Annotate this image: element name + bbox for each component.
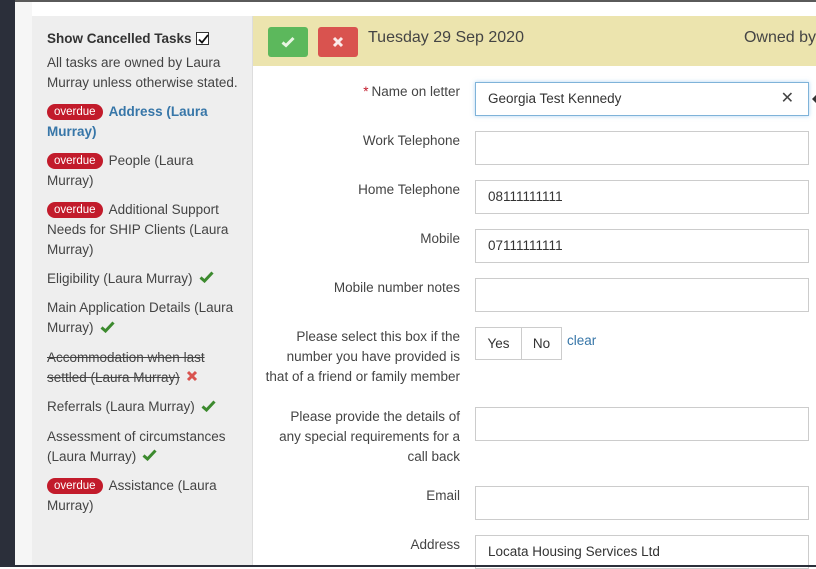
task-item-eligibility[interactable]: Eligibility (Laura Murray) <box>47 269 238 289</box>
task-label-cancelled[interactable]: Accommodation when last settled (Laura M… <box>47 350 205 385</box>
task-label[interactable]: Referrals (Laura Murray) <box>47 399 195 414</box>
friend-family-toggle: Yes No <box>475 327 562 360</box>
check-icon <box>142 447 157 467</box>
task-item-address[interactable]: overdue Address (Laura Murray) <box>47 102 238 142</box>
window-edge <box>0 0 15 567</box>
task-item-additional-support[interactable]: overdue Additional Support Needs for SHIP… <box>47 200 238 260</box>
show-cancelled-toggle[interactable]: Show Cancelled Tasks <box>47 29 238 49</box>
cancelled-x-icon <box>186 368 198 388</box>
cancel-task-button[interactable] <box>318 27 358 57</box>
task-header-bar: Tuesday 29 Sep 2020 Owned by <box>253 16 816 66</box>
email-input[interactable] <box>475 486 809 520</box>
no-button[interactable]: No <box>522 327 562 360</box>
home-telephone-input[interactable]: 08111111111 <box>475 180 809 214</box>
clear-icon[interactable]: ✕ <box>781 83 794 115</box>
work-telephone-label: Work Telephone <box>362 133 460 148</box>
task-item-accommodation[interactable]: Accommodation when last settled (Laura M… <box>47 348 238 388</box>
home-telephone-label: Home Telephone <box>358 182 460 197</box>
friend-family-label: Please select this box if the number you… <box>265 329 460 384</box>
address-input[interactable]: Locata Housing Services Ltd <box>475 535 809 569</box>
complete-task-button[interactable] <box>268 27 308 57</box>
caret-left-icon <box>812 94 816 104</box>
mobile-notes-label: Mobile number notes <box>333 280 460 295</box>
overdue-badge: overdue <box>47 202 103 218</box>
task-item-assistance[interactable]: overdue Assistance (Laura Murray) <box>47 476 238 516</box>
page-gutter <box>15 0 32 567</box>
yes-button[interactable]: Yes <box>475 327 522 360</box>
show-cancelled-label: Show Cancelled Tasks <box>47 31 192 46</box>
ownership-note: All tasks are owned by Laura Murray unle… <box>47 55 238 90</box>
work-telephone-input[interactable] <box>475 131 809 165</box>
owned-by-label: Owned by <box>743 29 816 46</box>
name-on-letter-label: * Name on letter <box>363 84 460 99</box>
check-icon <box>201 398 216 418</box>
show-cancelled-checkbox[interactable] <box>195 31 209 45</box>
check-icon <box>100 319 115 339</box>
check-icon <box>199 269 214 289</box>
task-label[interactable]: Assessment of circumstances (Laura Murra… <box>47 429 226 464</box>
task-label[interactable]: Eligibility (Laura Murray) <box>47 271 193 286</box>
task-item-people[interactable]: overdue People (Laura Murray) <box>47 151 238 191</box>
name-on-letter-input[interactable]: Georgia Test Kennedy ✕ <box>475 82 809 116</box>
overdue-badge: overdue <box>47 478 103 495</box>
address-label: Address <box>410 537 460 552</box>
task-label[interactable]: Main Application Details (Laura Murray) <box>47 300 233 335</box>
check-icon <box>281 36 295 48</box>
task-item-assessment[interactable]: Assessment of circumstances (Laura Murra… <box>47 427 238 467</box>
clear-link[interactable]: clear <box>567 333 596 348</box>
email-label: Email <box>426 488 460 503</box>
top-border <box>15 0 816 2</box>
mobile-label: Mobile <box>420 231 460 246</box>
overdue-badge: overdue <box>47 153 103 169</box>
special-requirements-label: Please provide the details of any specia… <box>279 409 460 464</box>
close-icon <box>332 36 344 48</box>
required-asterisk: * <box>363 84 369 99</box>
task-sidebar: Show Cancelled Tasks All tasks are owned… <box>32 16 253 567</box>
task-item-main-application[interactable]: Main Application Details (Laura Murray) <box>47 298 238 338</box>
checkmark-icon <box>197 33 209 44</box>
overdue-badge: overdue <box>47 104 103 120</box>
task-date: Tuesday 29 Sep 2020 <box>368 29 524 46</box>
mobile-input[interactable]: 07111111111 <box>475 229 809 263</box>
task-item-referrals[interactable]: Referrals (Laura Murray) <box>47 397 238 417</box>
special-requirements-input[interactable] <box>475 407 809 441</box>
mobile-notes-input[interactable] <box>475 278 809 312</box>
